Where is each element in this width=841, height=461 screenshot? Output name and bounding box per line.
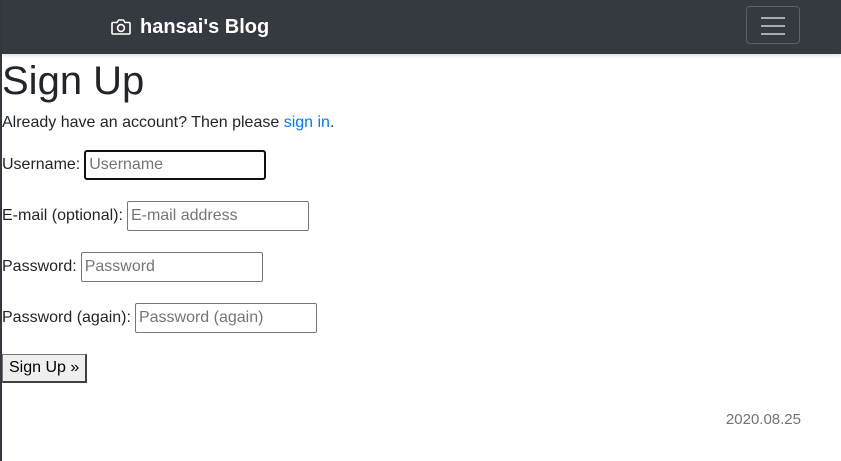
signin-link[interactable]: sign in <box>284 114 330 131</box>
top-navbar: hansai's Blog <box>2 0 841 54</box>
signin-prompt-text: Already have an account? Then please <box>2 114 284 131</box>
page-frame: hansai's Blog Sign Up Already have an ac… <box>0 0 841 461</box>
brand-title: hansai's Blog <box>140 15 270 38</box>
username-label: Username: <box>2 156 81 173</box>
email-label: E-mail (optional): <box>2 207 123 224</box>
signin-prompt: Already have an account? Then please sig… <box>2 113 334 133</box>
password-input[interactable] <box>80 252 263 282</box>
brand-link[interactable]: hansai's Blog <box>110 13 269 41</box>
password-row: Password: <box>2 252 263 282</box>
sign-up-button[interactable]: Sign Up » <box>2 354 88 383</box>
page-title: Sign Up <box>2 59 145 103</box>
password-again-input[interactable] <box>134 303 317 333</box>
password-again-label: Password (again): <box>2 309 131 326</box>
username-input[interactable] <box>84 150 267 180</box>
camera-icon <box>110 16 132 38</box>
username-row: Username: <box>2 150 267 180</box>
email-row: E-mail (optional): <box>2 201 309 231</box>
email-input[interactable] <box>126 201 309 231</box>
footer-date: 2020.08.25 <box>725 411 801 428</box>
navbar-toggler-button[interactable] <box>746 6 800 44</box>
signin-prompt-end: . <box>329 114 335 131</box>
hamburger-menu-icon <box>761 17 785 35</box>
password-label: Password: <box>2 258 77 275</box>
password-again-row: Password (again): <box>2 303 317 333</box>
